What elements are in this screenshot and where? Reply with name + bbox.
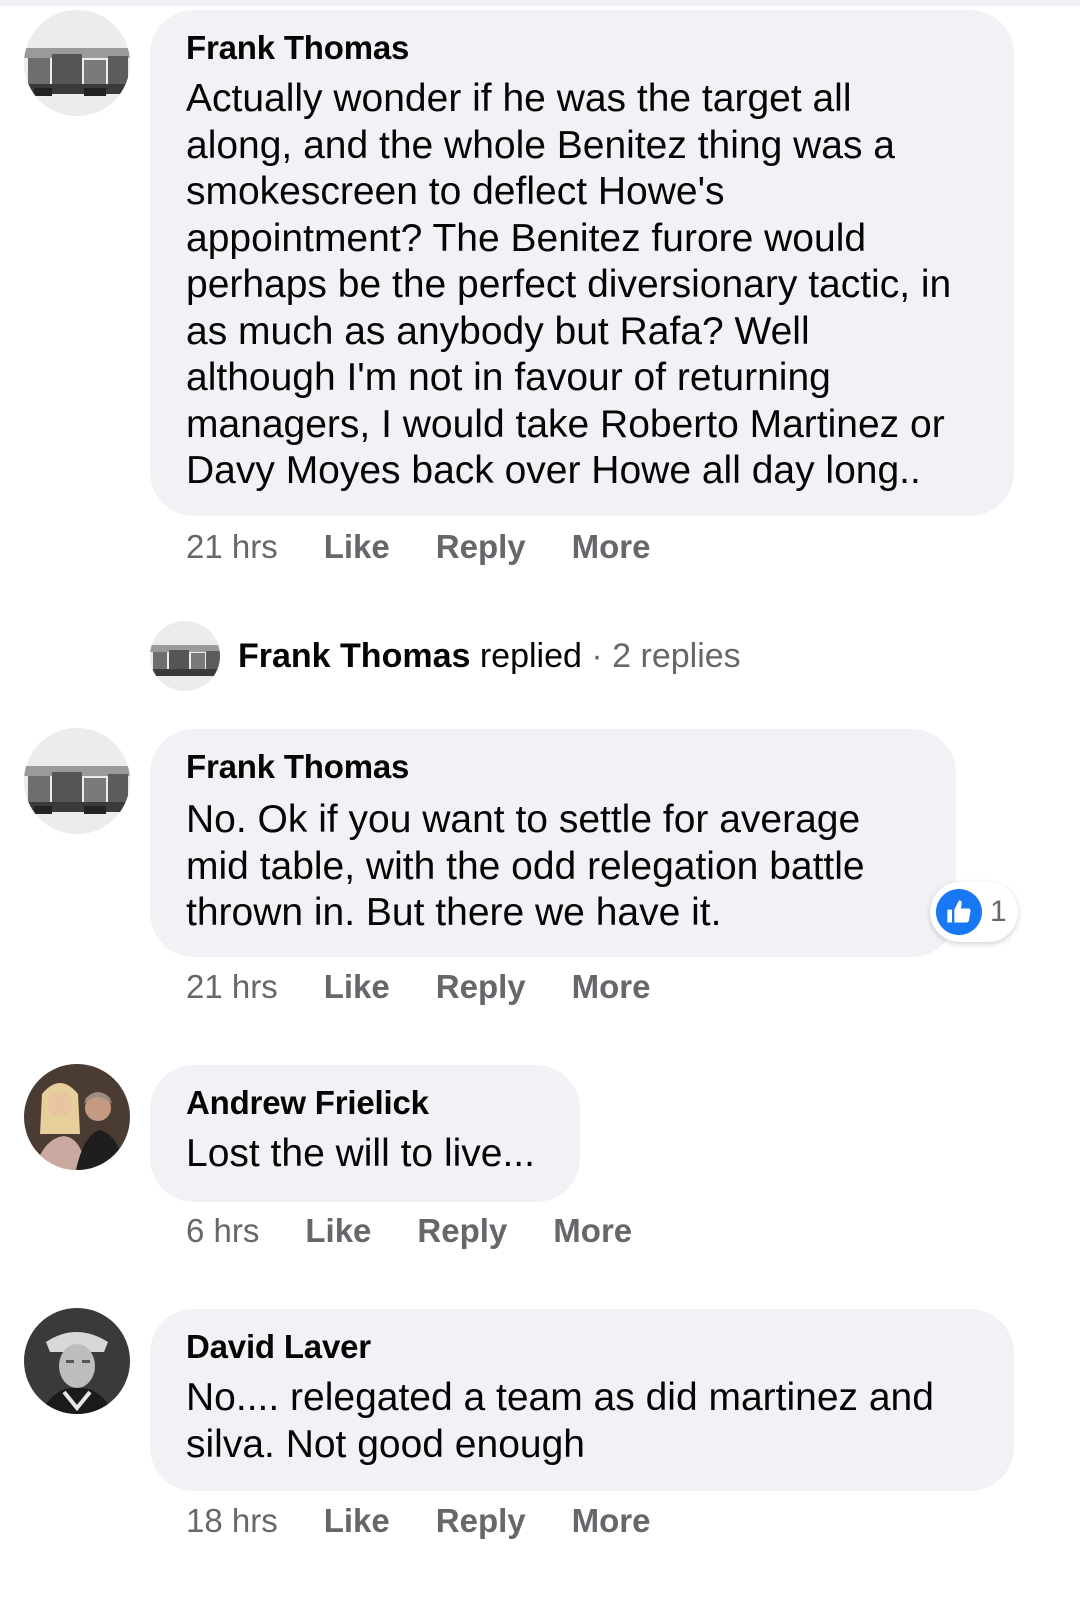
comment-text: No. Ok if you want to settle for average…: [186, 798, 865, 934]
like-button[interactable]: Like: [324, 528, 390, 566]
comment-author[interactable]: Frank Thomas: [186, 28, 978, 68]
comment-bubble: David Laver No.... relegated a team as d…: [150, 1309, 1014, 1491]
comment-bubble: Andrew Frielick Lost the will to live...: [150, 1065, 580, 1202]
reaction-count: 1: [990, 895, 1007, 928]
comment-actions: 21 hrs Like Reply More: [186, 968, 696, 1006]
reply-button[interactable]: Reply: [436, 528, 526, 566]
reply-button[interactable]: Reply: [417, 1212, 507, 1250]
comment-time[interactable]: 6 hrs: [186, 1212, 259, 1250]
comment-time[interactable]: 21 hrs: [186, 968, 278, 1006]
like-button[interactable]: Like: [324, 1502, 390, 1540]
more-button[interactable]: More: [572, 528, 651, 566]
more-button[interactable]: More: [572, 1502, 651, 1540]
comment-text: Lost the will to live...: [186, 1132, 535, 1175]
like-button[interactable]: Like: [324, 968, 390, 1006]
comment-actions: 6 hrs Like Reply More: [186, 1212, 678, 1250]
comment-actions: 21 hrs Like Reply More: [186, 528, 696, 566]
replies-summary: Frank Thomas replied · 2 replies: [238, 637, 741, 676]
comment-time[interactable]: 21 hrs: [186, 528, 278, 566]
avatar: [150, 621, 220, 691]
replied-verb: replied: [479, 636, 582, 675]
comment-author[interactable]: David Laver: [186, 1327, 978, 1367]
comment-bubble: Frank Thomas No. Ok if you want to settl…: [150, 729, 956, 957]
reply-button[interactable]: Reply: [436, 1502, 526, 1540]
comment-author[interactable]: Andrew Frielick: [186, 1083, 544, 1123]
avatar[interactable]: [24, 1308, 130, 1414]
reply-button[interactable]: Reply: [436, 968, 526, 1006]
avatar[interactable]: [24, 10, 130, 116]
replier-name: Frank Thomas: [238, 636, 471, 675]
reply-count: 2 replies: [612, 636, 741, 675]
comment-text: No.... relegated a team as did martinez …: [186, 1376, 934, 1466]
more-button[interactable]: More: [572, 968, 651, 1006]
avatar[interactable]: [24, 1064, 130, 1170]
more-button[interactable]: More: [553, 1212, 632, 1250]
comment-time[interactable]: 18 hrs: [186, 1502, 278, 1540]
thumbs-up-icon: [936, 889, 982, 935]
like-button[interactable]: Like: [305, 1212, 371, 1250]
reaction-badge[interactable]: 1: [930, 882, 1018, 942]
comment-author[interactable]: Frank Thomas: [186, 747, 920, 787]
comment-actions: 18 hrs Like Reply More: [186, 1502, 696, 1540]
top-divider: [0, 0, 1080, 6]
comment-bubble: Frank Thomas Actually wonder if he was t…: [150, 10, 1014, 516]
separator-dot: ·: [591, 636, 603, 675]
comment-text: Actually wonder if he was the target all…: [186, 77, 952, 492]
avatar[interactable]: [24, 728, 130, 834]
replies-link[interactable]: Frank Thomas replied · 2 replies: [150, 620, 741, 692]
